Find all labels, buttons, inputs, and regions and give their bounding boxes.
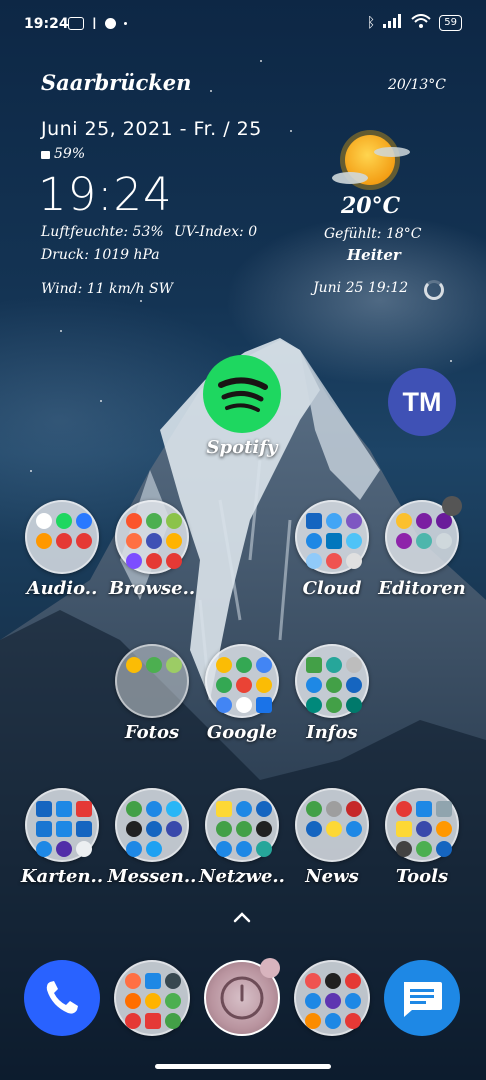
folder-icon [385,788,459,862]
message-notification-icon [68,17,84,30]
dock-folder-2[interactable] [284,960,380,1036]
folder-messenger[interactable]: Messen.. [104,788,200,887]
dock-power[interactable] [194,958,290,1036]
folder-icon [295,788,369,862]
dot-icon [104,18,116,29]
phone-icon [24,960,100,1036]
folder-icon [294,960,370,1036]
folder-icon [25,500,99,574]
folder-cloud[interactable]: Cloud [284,500,380,599]
small-dot-icon [123,22,127,25]
folder-icon [115,788,189,862]
dock-folder[interactable] [104,960,200,1036]
app-label: Messen.. [107,866,197,887]
app-label: Karten.. [20,866,104,887]
folder-fotos[interactable]: Fotos [104,644,200,743]
widget-date: Juni 25, 2021 - Fr. / 25 [41,118,262,140]
app-label: Editoren [378,578,466,599]
lock-icon [41,151,50,159]
folder-netzwerk[interactable]: Netzwe.. [194,788,290,887]
gesture-bar[interactable] [155,1064,331,1069]
widget-wind: Wind: 11 km/h SW [41,281,173,297]
folder-browser[interactable]: Browse.. [104,500,200,599]
text-cursor-icon: Ι [92,14,97,33]
refresh-icon[interactable] [424,280,444,300]
spotify-icon [203,355,281,433]
sun-cloud-icon [332,130,410,190]
app-spotify[interactable]: Spotify [194,355,290,458]
widget-battery: 59% [54,146,86,162]
widget-condition: Heiter [347,246,401,264]
widget-pressure: Druck: 1019 hPa [41,247,160,263]
widget-updated: Juni 25 19:12 [313,280,409,296]
messages-icon [384,960,460,1036]
app-label: Infos [306,722,358,743]
folder-icon [295,500,369,574]
dock-messages[interactable] [374,960,470,1036]
folder-tools[interactable]: Tools [374,788,470,887]
folder-icon [114,960,190,1036]
notification-dot [442,496,462,516]
app-label: News [305,866,359,887]
widget-high-low: 20/13°C [387,77,446,93]
notification-dot [260,958,280,978]
app-label: Tools [395,866,449,887]
folder-editoren[interactable]: Editoren [374,496,470,599]
widget-uv: UV-Index: 0 [174,224,258,240]
folder-google[interactable]: Google [194,644,290,743]
battery-indicator: 59 [439,15,462,31]
tm-avatar: TM [388,368,456,436]
app-tm[interactable]: TM [374,368,470,436]
app-label: Browse.. [108,578,196,599]
app-label: Netzwe.. [199,866,285,887]
dock-phone[interactable] [14,960,110,1036]
folder-news[interactable]: News [284,788,380,887]
folder-icon [205,644,279,718]
folder-icon [295,644,369,718]
app-label: Cloud [302,578,362,599]
bluetooth-icon: ᛒ [366,15,376,31]
folder-icon [115,500,189,574]
app-label: Audio.. [26,578,98,599]
app-label: Google [206,722,278,743]
widget-city: Saarbrücken [41,70,192,95]
widget-feels-like: Gefühlt: 18°C [324,226,422,242]
folder-icon [205,788,279,862]
widget-humidity: Luftfeuchte: 53% [41,224,164,240]
widget-clock: 19:24 [38,168,173,221]
folder-icon [25,788,99,862]
app-label: Spotify [206,437,278,458]
folder-infos[interactable]: Infos [284,644,380,743]
folder-karten[interactable]: Karten.. [14,788,110,887]
app-label: Fotos [124,722,180,743]
signal-icon [383,14,403,32]
folder-audio[interactable]: Audio.. [14,500,110,599]
widget-temperature: 20°C [341,193,401,219]
chevron-up-icon[interactable] [232,910,252,924]
folder-icon [115,644,189,718]
status-time: 19:24 [24,16,69,32]
wifi-icon [411,14,431,32]
status-bar: 19:24 Ι ᛒ 59 [0,10,486,38]
